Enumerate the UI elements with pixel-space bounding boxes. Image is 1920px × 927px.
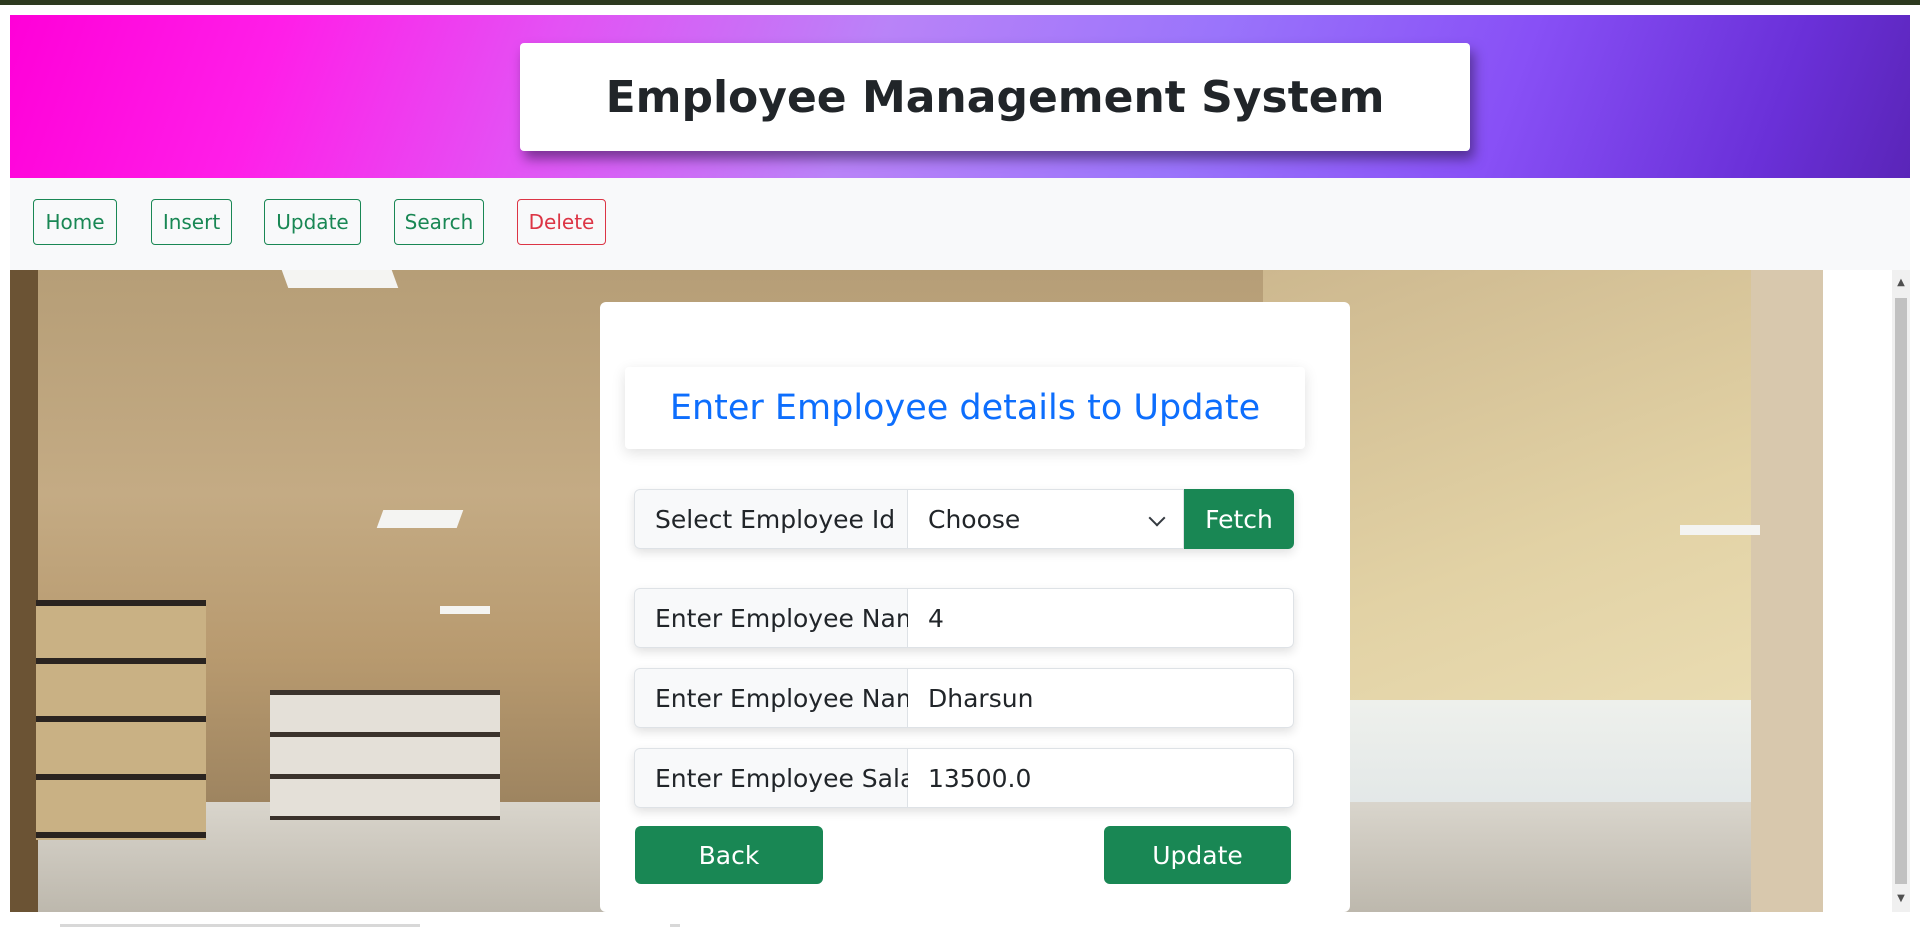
nav-update-button[interactable]: Update <box>264 199 361 245</box>
employee-name-group: Enter Employee Name Dharsun <box>634 668 1294 728</box>
vertical-scrollbar[interactable]: ▲ ▼ <box>1892 270 1910 912</box>
form-heading: Enter Employee details to Update <box>669 388 1261 428</box>
update-button[interactable]: Update <box>1104 826 1291 884</box>
nav-search-button[interactable]: Search <box>394 199 484 245</box>
nav-home-button[interactable]: Home <box>33 199 117 245</box>
employee-name-input[interactable]: Dharsun <box>908 668 1294 728</box>
scrollbar-thumb[interactable] <box>1895 298 1907 884</box>
employee-id-select-value: Choose <box>928 504 1021 534</box>
employee-salary-input[interactable]: 13500.0 <box>908 748 1294 808</box>
employee-id-label: Enter Employee Name <box>634 588 936 648</box>
header-banner: Employee Management System <box>10 15 1910 178</box>
title-card: Employee Management System <box>520 43 1470 151</box>
select-employee-group: Select Employee Id Choose Fetch <box>634 489 1294 549</box>
nav-insert-button[interactable]: Insert <box>151 199 232 245</box>
navbar: Home Insert Update Search Delete <box>10 178 1910 270</box>
back-button[interactable]: Back <box>635 826 823 884</box>
nav-delete-button[interactable]: Delete <box>517 199 606 245</box>
employee-name-label: Enter Employee Name <box>634 668 936 728</box>
select-employee-label: Select Employee Id <box>634 489 908 549</box>
window-top-strip <box>0 0 1920 5</box>
employee-id-input[interactable]: 4 <box>908 588 1294 648</box>
employee-salary-group: Enter Employee Salary 13500.0 <box>634 748 1294 808</box>
form-heading-card: Enter Employee details to Update <box>625 367 1305 449</box>
employee-id-select[interactable]: Choose <box>908 489 1184 549</box>
update-form-card: Enter Employee details to Update Select … <box>600 302 1350 912</box>
page-title: Employee Management System <box>605 71 1385 123</box>
bottom-strip <box>0 912 1920 927</box>
employee-id-group: Enter Employee Name 4 <box>634 588 1294 648</box>
employee-salary-label: Enter Employee Salary <box>634 748 940 808</box>
fetch-button[interactable]: Fetch <box>1184 489 1294 549</box>
chevron-down-icon <box>1148 509 1166 527</box>
scroll-up-icon[interactable]: ▲ <box>1895 276 1907 290</box>
scroll-down-icon[interactable]: ▼ <box>1895 892 1907 906</box>
